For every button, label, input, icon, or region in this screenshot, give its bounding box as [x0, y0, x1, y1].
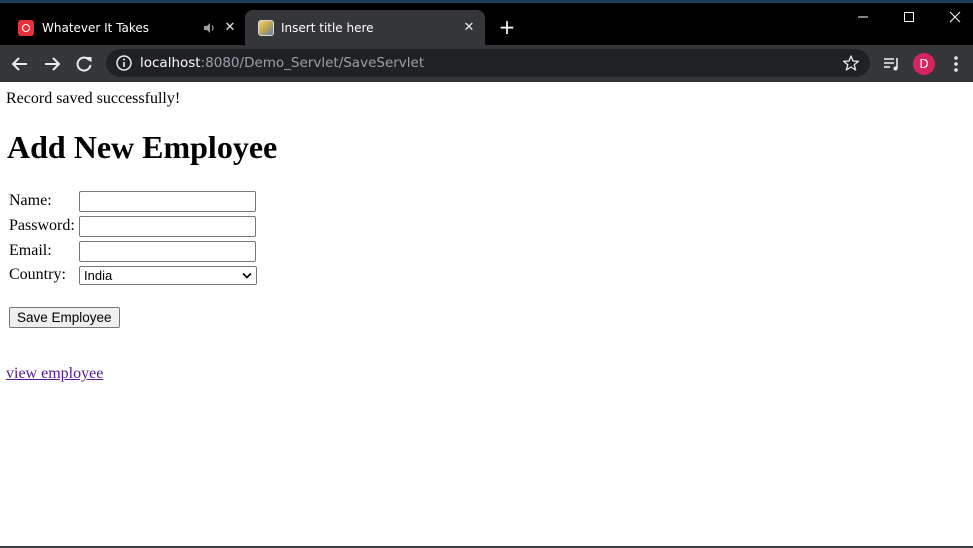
profile-avatar[interactable]: D [913, 53, 935, 75]
view-employee-link[interactable]: view employee [6, 365, 103, 383]
country-select[interactable]: India [79, 266, 257, 285]
speaker-icon[interactable] [202, 20, 216, 36]
tab-insert-title-here[interactable]: Insert title here ✕ [245, 10, 485, 45]
tab-strip: Whatever It Takes ✕ Insert title here ✕ … [0, 0, 973, 45]
url-host: localhost [140, 55, 201, 71]
tab-title: Whatever It Takes [42, 21, 150, 35]
maximize-icon[interactable] [894, 6, 924, 28]
password-label: Password: [9, 217, 75, 234]
browser-window: Whatever It Takes ✕ Insert title here ✕ … [0, 0, 973, 548]
back-arrow-icon[interactable] [9, 53, 31, 75]
menu-dots-icon[interactable] [945, 53, 967, 75]
page-title: Add New Employee [7, 129, 278, 165]
minimize-icon[interactable] [848, 6, 878, 28]
url-path: :8080/Demo_Servlet/SaveServlet [200, 55, 425, 71]
music-app-icon [18, 20, 34, 36]
tab-title: Insert title here [281, 21, 374, 35]
reload-icon[interactable] [73, 53, 95, 75]
browser-toolbar: localhost:8080/Demo_Servlet/SaveServlet … [0, 45, 973, 82]
forward-arrow-icon[interactable] [41, 53, 63, 75]
save-employee-button[interactable]: Save Employee [9, 307, 120, 328]
site-info-icon[interactable] [115, 54, 133, 72]
url-text[interactable]: localhost:8080/Demo_Servlet/SaveServlet [140, 49, 424, 77]
chevron-down-icon [242, 272, 252, 279]
close-tab-icon[interactable]: ✕ [460, 19, 478, 37]
page-content: Record saved successfully! Add New Emplo… [0, 82, 973, 548]
status-message: Record saved successfully! [6, 90, 181, 107]
close-tab-icon[interactable]: ✕ [221, 19, 239, 37]
name-input[interactable] [79, 191, 256, 212]
address-bar[interactable]: localhost:8080/Demo_Servlet/SaveServlet [106, 49, 870, 77]
page-image-icon [258, 20, 274, 36]
media-queue-icon[interactable] [881, 53, 903, 75]
close-window-icon[interactable] [940, 6, 970, 28]
new-tab-icon[interactable]: + [496, 16, 518, 38]
bookmark-star-icon[interactable] [842, 54, 860, 72]
country-label: Country: [9, 266, 66, 283]
window-top-edge [0, 0, 973, 3]
country-selected-value: India [84, 268, 113, 283]
password-input[interactable] [79, 216, 256, 237]
name-label: Name: [9, 192, 52, 209]
email-input[interactable] [79, 241, 256, 262]
email-label: Email: [9, 242, 52, 259]
tab-whatever-it-takes[interactable]: Whatever It Takes ✕ [0, 10, 244, 45]
